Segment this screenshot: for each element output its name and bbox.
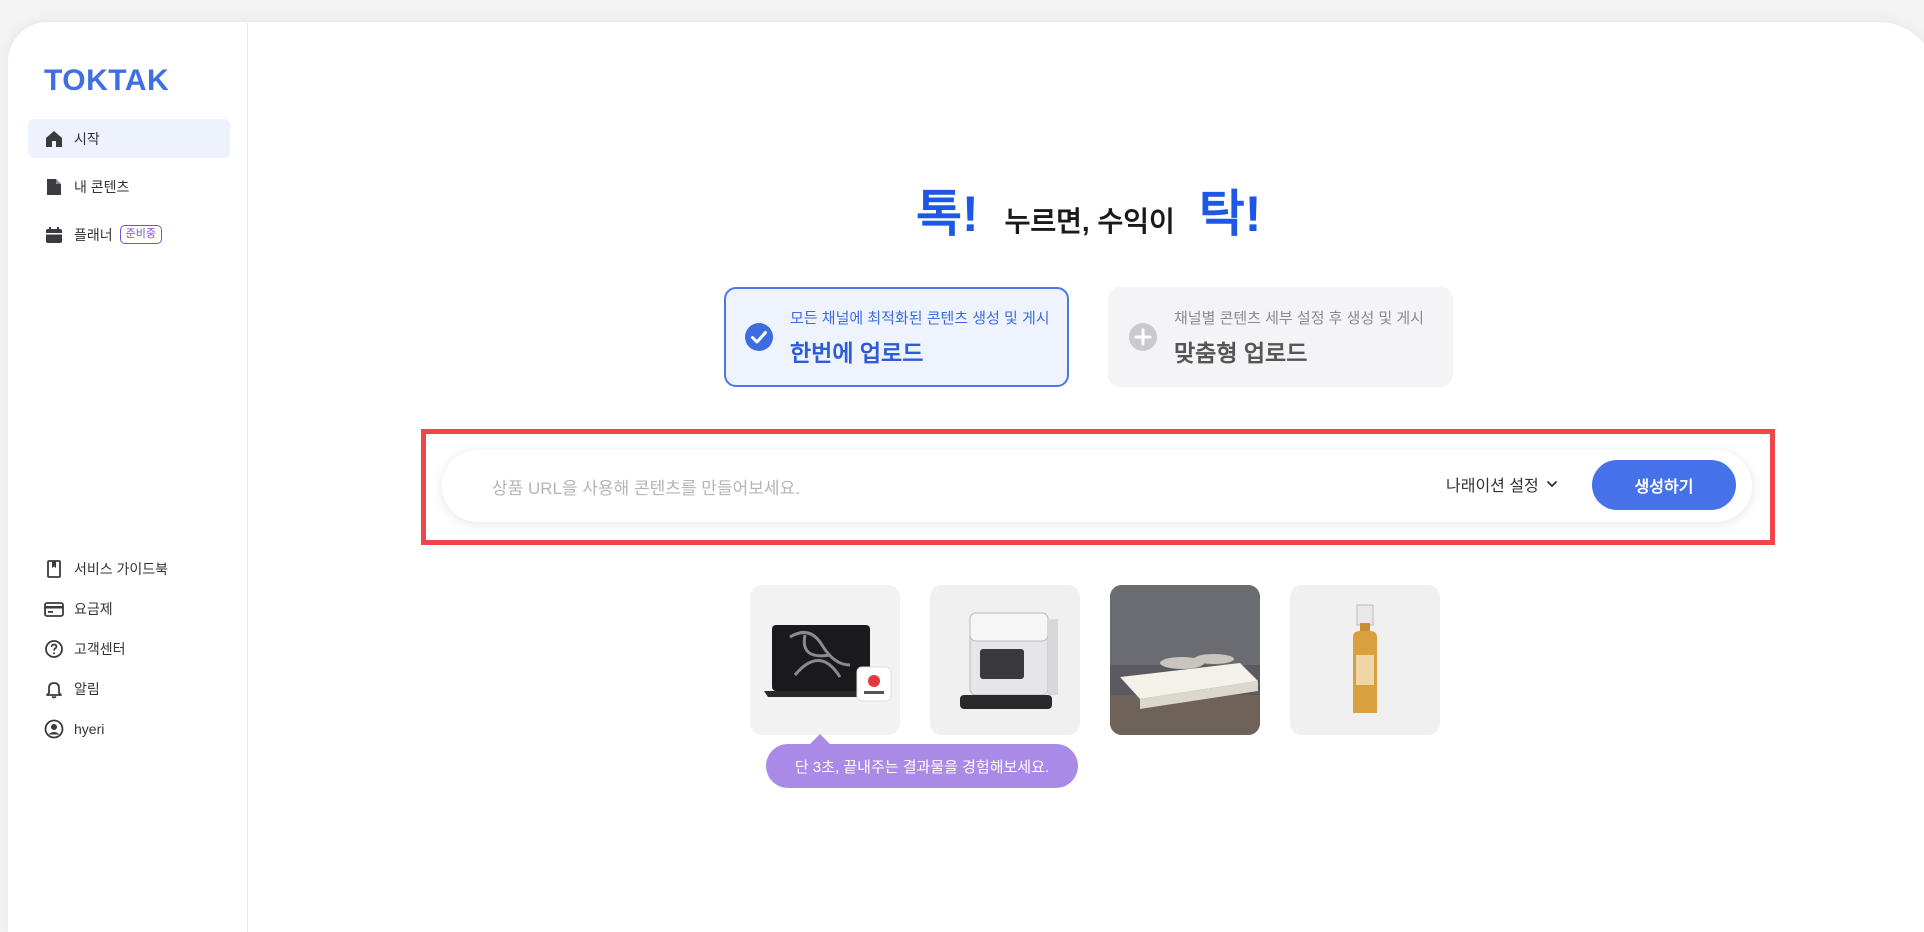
sidebar-item-support[interactable]: 고객센터 [28,629,230,668]
home-icon [44,129,64,149]
main-content: 톡! 누르면, 수익이 탁! 모든 채널에 최적화된 콘텐츠 생성 및 게시 한… [248,22,1924,932]
bell-icon [44,679,64,699]
book-icon [44,559,64,579]
sample-thumbnail-robot-vacuum[interactable] [930,585,1080,735]
hero-middle-text: 누르면, 수익이 [1004,206,1175,237]
url-input-bar: 상품 URL을 사용해 콘텐츠를 만들어보세요. 나래이션 설정 생성하기 [442,450,1752,522]
narration-settings-dropdown[interactable]: 나래이션 설정 [1446,472,1559,496]
sidebar-item-label: 알림 [74,680,100,697]
logo[interactable]: TOKTAK [44,64,169,98]
mode-card-subtitle: 채널별 콘텐츠 세부 설정 후 생성 및 게시 [1174,309,1424,327]
check-circle-icon [745,323,773,351]
mattress-image [1110,585,1260,735]
sidebar-item-label: hyeri [74,720,105,737]
sample-thumbnail-mattress[interactable] [1110,585,1260,735]
hero-word-tok: 톡! [916,186,979,242]
hero-headline: 톡! 누르면, 수익이 탁! [916,174,1261,246]
mode-card-title: 한번에 업로드 [790,339,924,366]
chevron-down-icon [1546,481,1557,488]
sidebar-item-planner[interactable]: 플래너 준비중 [28,215,230,254]
url-input[interactable]: 상품 URL을 사용해 콘텐츠를 만들어보세요. [492,474,800,499]
mode-card-custom-upload[interactable]: 채널별 콘텐츠 세부 설정 후 생성 및 게시 맞춤형 업로드 [1108,287,1453,387]
mode-card-subtitle: 모든 채널에 최적화된 콘텐츠 생성 및 게시 [790,309,1050,327]
hero-word-tak: 탁! [1198,186,1262,242]
sidebar-item-label: 고객센터 [74,640,126,657]
help-circle-icon [44,639,64,659]
sidebar-item-label: 내 콘텐츠 [74,178,130,195]
user-avatar-icon [44,719,64,739]
narration-settings-label: 나래이션 설정 [1446,478,1539,495]
mode-card-title: 맞춤형 업로드 [1174,339,1308,366]
serum-bottle-image [1290,585,1440,735]
sidebar-item-label: 플래너 [74,226,113,243]
sidebar-item-guidebook[interactable]: 서비스 가이드북 [28,549,230,588]
mode-card-one-click-upload[interactable]: 모든 채널에 최적화된 콘텐츠 생성 및 게시 한번에 업로드 [724,287,1069,387]
credit-card-icon [44,599,64,619]
document-icon [44,177,64,197]
sample-thumbnail-serum[interactable] [1290,585,1440,735]
sidebar-item-label: 서비스 가이드북 [74,560,169,577]
sidebar-item-my-content[interactable]: 내 콘텐츠 [28,167,230,206]
app-window: TOKTAK 시작 내 콘텐츠 플래너 준비중 서비스 가이드북 요금제 고객센… [8,22,1924,932]
sidebar-item-label: 요금제 [74,600,113,617]
sample-tooltip: 단 3초, 끝내주는 결과물을 경험해보세요. [766,734,1078,788]
sidebar-item-profile[interactable]: hyeri [28,709,230,748]
generate-button[interactable]: 생성하기 [1592,460,1736,510]
sidebar-item-start[interactable]: 시작 [28,119,230,158]
sidebar-item-pricing[interactable]: 요금제 [28,589,230,628]
plus-circle-icon [1129,323,1157,351]
status-badge: 준비중 [119,225,163,244]
sample-thumbnail-laptop[interactable] [750,585,900,735]
robot-vacuum-image [930,585,1080,735]
sidebar-item-notifications[interactable]: 알림 [28,669,230,708]
sidebar: TOKTAK 시작 내 콘텐츠 플래너 준비중 서비스 가이드북 요금제 고객센… [8,22,248,932]
laptop-image [750,585,900,735]
calendar-icon [44,225,64,245]
sidebar-item-label: 시작 [74,130,100,147]
